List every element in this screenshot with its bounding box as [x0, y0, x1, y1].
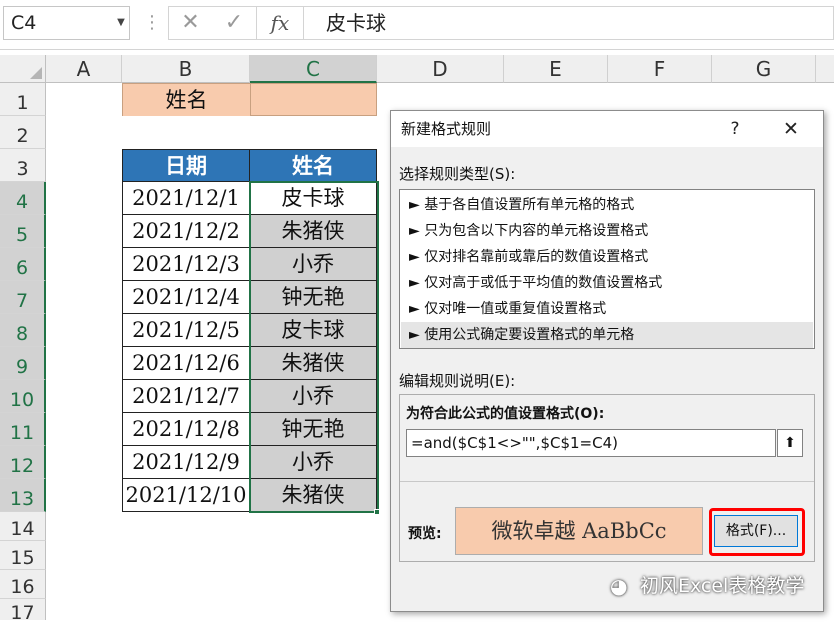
dialog-title: 新建格式规则 [401, 120, 492, 138]
table-header-name[interactable]: 姓名 [250, 149, 377, 182]
row-header-1[interactable]: 1 [0, 83, 46, 116]
table-cell-date[interactable]: 2021/12/9 [122, 446, 250, 479]
rule-type-list: ► 基于各自值设置所有单元格的格式 ► 只为包含以下内容的单元格设置格式 ► 仅… [399, 189, 815, 349]
column-header-partial [816, 55, 834, 83]
cancel-icon[interactable]: ✕ [168, 6, 212, 40]
column-header-c[interactable]: C [250, 55, 377, 83]
table-cell-date[interactable]: 2021/12/7 [122, 380, 250, 413]
fill-handle[interactable] [374, 509, 380, 515]
table-cell-date[interactable]: 2021/12/5 [122, 314, 250, 347]
column-header-f[interactable]: F [608, 55, 712, 83]
rule-type-item[interactable]: ► 仅对排名靠前或靠后的数值设置格式 [401, 244, 813, 270]
table-cell-date[interactable]: 2021/12/10 [122, 479, 250, 512]
chevron-down-icon[interactable]: ▼ [112, 6, 130, 40]
format-preview: 微软卓越 AaBbCc [455, 507, 703, 555]
row-header-11[interactable]: 11 [0, 413, 46, 446]
rule-type-item[interactable]: ► 基于各自值设置所有单元格的格式 [401, 192, 813, 218]
close-icon[interactable]: ✕ [777, 111, 805, 147]
table-cell-date[interactable]: 2021/12/3 [122, 248, 250, 281]
watermark-text: 初风Excel表格教学 [640, 575, 805, 597]
row-header-2[interactable]: 2 [0, 116, 46, 149]
cell-c1-name-input[interactable] [250, 83, 377, 116]
row-header-6[interactable]: 6 [0, 248, 46, 281]
row-header-3[interactable]: 3 [0, 149, 46, 182]
row-header-14[interactable]: 14 [0, 512, 46, 541]
rule-type-item[interactable]: ► 仅对高于或低于平均值的数值设置格式 [401, 270, 813, 296]
enter-icon[interactable]: ✓ [212, 6, 256, 40]
table-cell-date[interactable]: 2021/12/4 [122, 281, 250, 314]
table-cell-date[interactable]: 2021/12/2 [122, 215, 250, 248]
column-header-g[interactable]: G [712, 55, 816, 83]
row-header-10[interactable]: 10 [0, 380, 46, 413]
select-all-icon [30, 67, 42, 79]
formula-input[interactable]: 皮卡球 [304, 6, 834, 40]
row-header-16[interactable]: 16 [0, 570, 46, 599]
highlight-annotation [709, 508, 805, 556]
table-header-date[interactable]: 日期 [122, 149, 250, 182]
row-header-4[interactable]: 4 [0, 182, 46, 215]
row-header-9[interactable]: 9 [0, 347, 46, 380]
rule-type-item[interactable]: ► 仅对唯一值或重复值设置格式 [401, 296, 813, 322]
rule-type-item[interactable]: ► 只为包含以下内容的单元格设置格式 [401, 218, 813, 244]
new-formatting-rule-dialog: 新建格式规则 ? ✕ 选择规则类型(S): ► 基于各自值设置所有单元格的格式 … [390, 110, 824, 612]
table-cell-date[interactable]: 2021/12/1 [122, 182, 250, 215]
column-header-b[interactable]: B [122, 55, 250, 83]
table-cell-date[interactable]: 2021/12/8 [122, 413, 250, 446]
select-rule-type-label: 选择规则类型(S): [399, 165, 516, 183]
collapse-icon: ⬆ [784, 435, 796, 451]
wechat-icon: ◕ [610, 574, 628, 598]
name-box[interactable]: C4 [3, 6, 130, 40]
row-header-5[interactable]: 5 [0, 215, 46, 248]
column-header-e[interactable]: E [504, 55, 608, 83]
row-header-17[interactable]: 17 [0, 599, 46, 624]
formula-input[interactable]: =and($C$1<>"",$C$1=C4) [406, 429, 776, 457]
row-header-8[interactable]: 8 [0, 314, 46, 347]
rule-type-item-selected[interactable]: ► 使用公式确定要设置格式的单元格 [401, 322, 813, 348]
row-header-12[interactable]: 12 [0, 446, 46, 479]
help-icon[interactable]: ? [723, 111, 747, 147]
row-header-13[interactable]: 13 [0, 479, 46, 512]
divider [400, 481, 814, 482]
column-header-a[interactable]: A [46, 55, 122, 83]
formula-label: 为符合此公式的值设置格式(O): [406, 406, 605, 422]
cell-b1-name-label[interactable]: 姓名 [122, 83, 250, 116]
row-header-15[interactable]: 15 [0, 541, 46, 570]
table-cell-date[interactable]: 2021/12/6 [122, 347, 250, 380]
edit-rule-description-label: 编辑规则说明(E): [399, 372, 516, 390]
row-header-7[interactable]: 7 [0, 281, 46, 314]
insert-function-button[interactable]: fx [256, 6, 304, 40]
preview-label: 预览: [408, 526, 442, 542]
collapse-dialog-button[interactable]: ⬆ [777, 429, 803, 457]
watermark: ◕ 初风Excel表格教学 [610, 566, 830, 606]
drag-handle-icon[interactable]: ⋮ [143, 8, 161, 38]
selection-range [249, 181, 379, 513]
column-header-d[interactable]: D [377, 55, 504, 83]
